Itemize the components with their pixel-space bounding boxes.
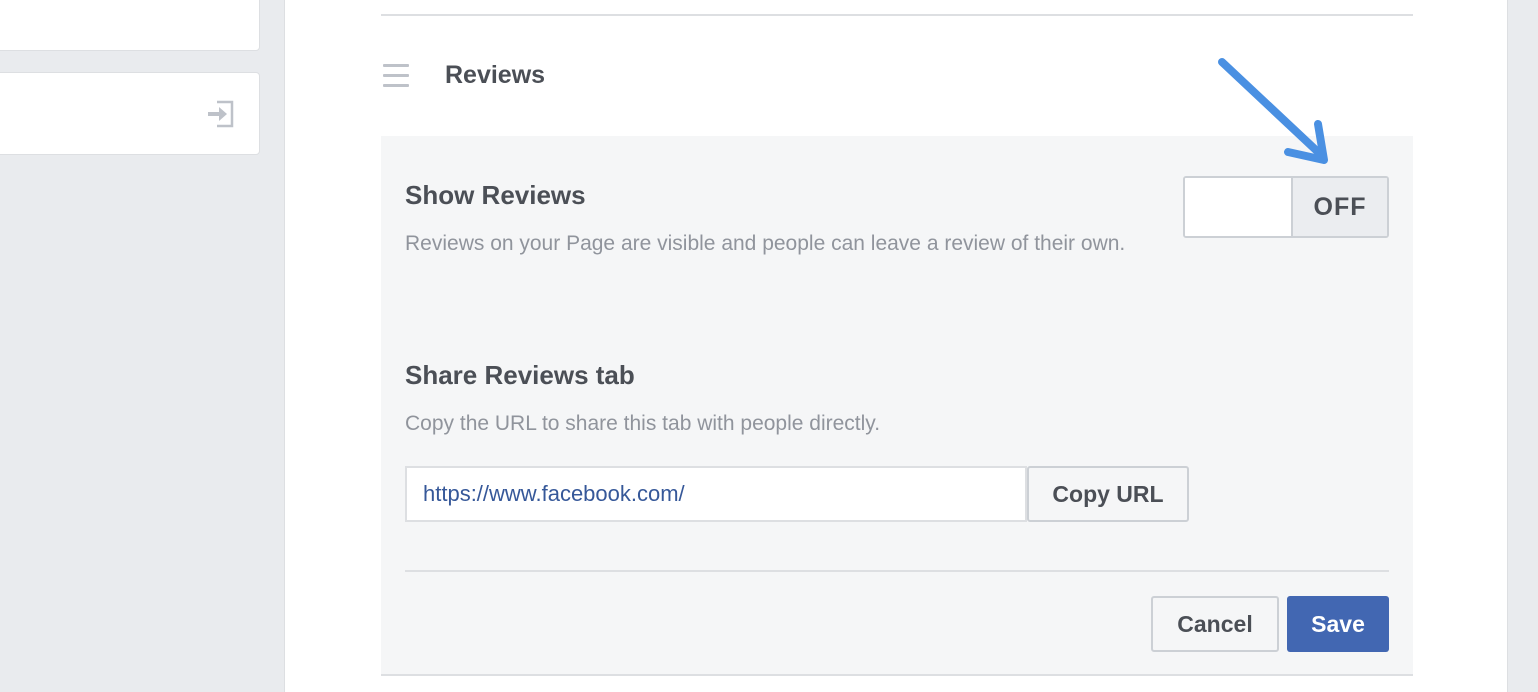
share-reviews-description: Copy the URL to share this tab with peop… bbox=[405, 412, 881, 435]
exit-icon[interactable] bbox=[207, 99, 235, 129]
left-card-bottom[interactable] bbox=[0, 72, 260, 155]
show-reviews-toggle[interactable]: OFF bbox=[1183, 176, 1389, 238]
main-panel: Reviews Show Reviews Reviews on your Pag… bbox=[284, 0, 1508, 692]
share-url-field[interactable]: https://www.facebook.com/ bbox=[405, 466, 1027, 522]
toggle-knob[interactable] bbox=[1185, 178, 1293, 236]
copy-url-button[interactable]: Copy URL bbox=[1027, 466, 1189, 522]
footer-divider bbox=[405, 570, 1389, 572]
show-reviews-label: Show Reviews bbox=[405, 180, 586, 210]
show-reviews-description: Reviews on your Page are visible and peo… bbox=[405, 232, 1126, 255]
share-reviews-label: Share Reviews tab bbox=[405, 360, 635, 390]
settings-box: Show Reviews Reviews on your Page are vi… bbox=[381, 136, 1413, 676]
left-card-top bbox=[0, 0, 260, 51]
divider bbox=[381, 14, 1413, 16]
section-title: Reviews bbox=[445, 61, 546, 89]
save-button[interactable]: Save bbox=[1287, 596, 1389, 652]
toggle-state: OFF bbox=[1293, 178, 1387, 236]
hamburger-icon[interactable] bbox=[383, 64, 409, 88]
cancel-button[interactable]: Cancel bbox=[1151, 596, 1279, 652]
